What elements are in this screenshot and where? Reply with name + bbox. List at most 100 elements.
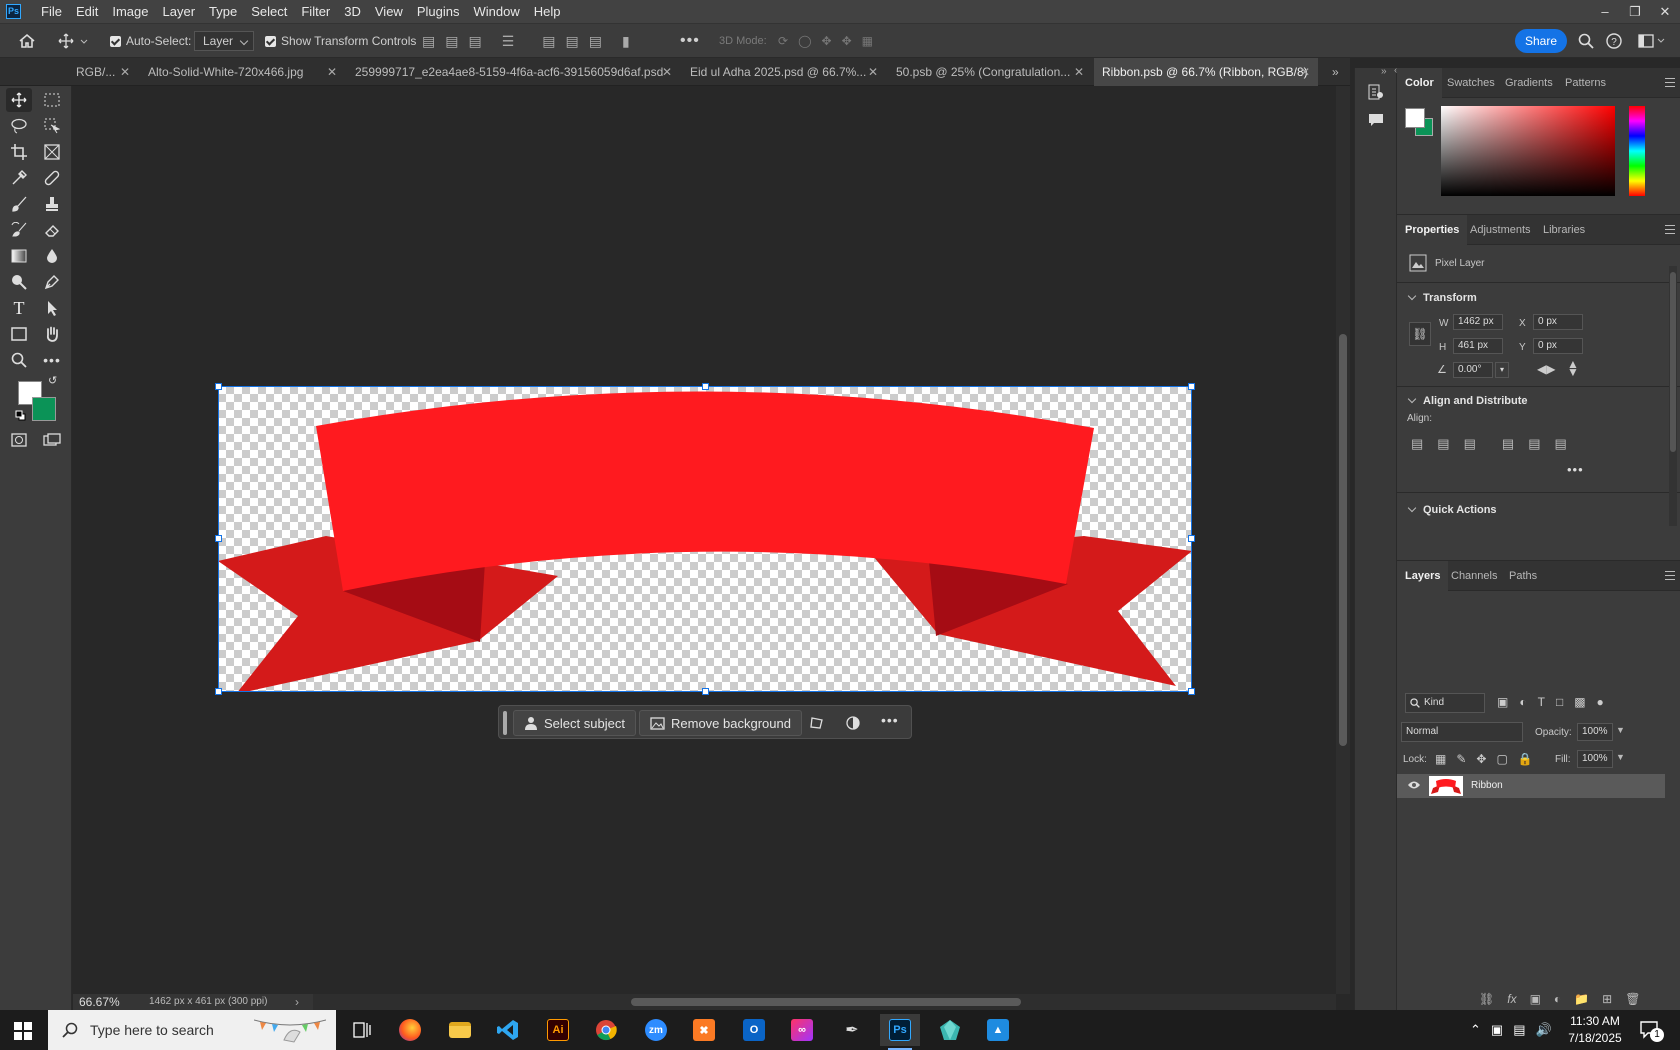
- gradient-tool-icon[interactable]: [6, 244, 32, 268]
- clock[interactable]: 11:30 AM 7/18/2025: [1560, 1013, 1630, 1047]
- close-tab-icon[interactable]: ✕: [327, 58, 337, 86]
- remove-background-button[interactable]: Remove background: [639, 710, 802, 736]
- tab-channels[interactable]: Channels: [1443, 561, 1505, 591]
- fill-field[interactable]: 100%: [1577, 750, 1613, 768]
- 3d-orbit-icon[interactable]: ⟳: [778, 34, 788, 48]
- screen-mode-icon[interactable]: [39, 428, 65, 452]
- menu-plugins[interactable]: Plugins: [410, 0, 467, 24]
- tab-gradients[interactable]: Gradients: [1497, 68, 1561, 98]
- dodge-tool-icon[interactable]: [6, 270, 32, 294]
- close-tab-icon[interactable]: ✕: [1300, 58, 1310, 86]
- windows-start-icon[interactable]: [14, 1022, 32, 1040]
- lasso-tool-icon[interactable]: [6, 114, 32, 138]
- 3d-slide-icon[interactable]: ✥: [842, 34, 852, 48]
- menu-view[interactable]: View: [368, 0, 410, 24]
- menu-3d[interactable]: 3D: [337, 0, 368, 24]
- volume-icon[interactable]: 🔊: [1536, 1022, 1552, 1038]
- notifications-icon[interactable]: 1: [1640, 1020, 1664, 1042]
- close-tab-icon[interactable]: ✕: [1074, 58, 1084, 86]
- transform-icon[interactable]: [809, 715, 825, 731]
- align-right-icon[interactable]: ▤: [468, 33, 481, 50]
- link-dimensions-icon[interactable]: ⛓: [1409, 322, 1431, 346]
- frame-tool-icon[interactable]: [39, 140, 65, 164]
- align-right-icon[interactable]: ▤: [1464, 436, 1476, 452]
- transform-section-title[interactable]: Transform: [1407, 292, 1477, 304]
- align-left-icon[interactable]: ▤: [422, 33, 435, 50]
- new-layer-icon[interactable]: ⊞: [1602, 992, 1612, 1006]
- 3d-roll-icon[interactable]: ◯: [798, 34, 811, 48]
- chrome-app-icon[interactable]: [586, 1014, 626, 1046]
- align-left-icon[interactable]: ▤: [1411, 436, 1423, 452]
- background-color-swatch[interactable]: [32, 397, 56, 421]
- default-colors-icon[interactable]: [15, 410, 26, 421]
- drag-handle-icon[interactable]: [503, 711, 507, 735]
- vertical-scrollbar[interactable]: [1336, 86, 1350, 994]
- photoshop-app-icon[interactable]: Ps: [880, 1014, 920, 1050]
- taskbar-search-box[interactable]: Type here to search: [48, 1010, 336, 1050]
- edit-toolbar-icon[interactable]: •••: [39, 348, 65, 372]
- transform-handle-bottom-left[interactable]: [215, 688, 222, 695]
- visibility-eye-icon[interactable]: [1407, 779, 1421, 791]
- align-bottom-icon[interactable]: ▤: [1554, 436, 1566, 452]
- tab-patterns[interactable]: Patterns: [1557, 68, 1614, 98]
- zoom-tool-icon[interactable]: [6, 348, 32, 372]
- show-hidden-icons-icon[interactable]: ⌃: [1470, 1022, 1481, 1038]
- history-panel-icon[interactable]: [1368, 84, 1384, 100]
- vscode-app-icon[interactable]: [488, 1014, 528, 1046]
- hand-tool-icon[interactable]: [39, 322, 65, 346]
- menu-window[interactable]: Window: [466, 0, 526, 24]
- swap-colors-icon[interactable]: ↺: [48, 374, 57, 387]
- color-picker-field[interactable]: [1441, 106, 1615, 196]
- hue-slider[interactable]: [1629, 106, 1645, 196]
- tab-libraries[interactable]: Libraries: [1535, 215, 1593, 245]
- share-button[interactable]: Share: [1515, 29, 1567, 53]
- pen-app-icon[interactable]: ✒: [832, 1014, 872, 1046]
- move-tool-icon[interactable]: [6, 88, 32, 112]
- zoom-level[interactable]: 66.67%: [79, 994, 120, 1010]
- expand-chevrons-icon[interactable]: »: [1381, 66, 1387, 77]
- align-top-icon[interactable]: ▤: [1502, 436, 1514, 452]
- status-chevron-icon[interactable]: ›: [295, 994, 299, 1010]
- layer-row-ribbon[interactable]: Ribbon: [1397, 774, 1665, 798]
- marquee-tool-icon[interactable]: [39, 88, 65, 112]
- transform-handle-top-right[interactable]: [1188, 383, 1195, 390]
- transform-handle-top[interactable]: [702, 383, 709, 390]
- menu-help[interactable]: Help: [527, 0, 568, 24]
- tab-layers[interactable]: Layers: [1397, 561, 1449, 591]
- lock-position-icon[interactable]: ✥: [1476, 752, 1486, 766]
- tab-color[interactable]: Color: [1397, 68, 1442, 98]
- align-top-icon[interactable]: ▤: [542, 33, 555, 50]
- auto-select-checkbox[interactable]: Auto-Select:: [110, 24, 191, 58]
- angle-field[interactable]: 0.00°: [1453, 362, 1493, 378]
- tab-paths[interactable]: Paths: [1501, 561, 1545, 591]
- panel-menu-icon[interactable]: [1665, 571, 1675, 580]
- properties-scrollbar[interactable]: [1669, 266, 1677, 526]
- align-section-title[interactable]: Align and Distribute: [1407, 395, 1528, 407]
- quick-mask-icon[interactable]: [6, 428, 32, 452]
- tab-document-2[interactable]: Alto-Solid-White-720x466.jpg ✕: [140, 58, 345, 86]
- lock-artboard-icon[interactable]: ▢: [1496, 752, 1507, 766]
- transform-handle-bottom-right[interactable]: [1188, 688, 1195, 695]
- tab-document-4[interactable]: Eid ul Adha 2025.psd @ 66.7%... ✕: [682, 58, 886, 86]
- type-tool-icon[interactable]: T: [6, 296, 32, 320]
- filter-shape-icon[interactable]: □: [1556, 695, 1563, 709]
- show-transform-controls-checkbox[interactable]: Show Transform Controls: [265, 24, 416, 58]
- align-bottom-icon[interactable]: ▤: [589, 33, 602, 50]
- crop-tool-icon[interactable]: [6, 140, 32, 164]
- eraser-tool-icon[interactable]: [39, 218, 65, 242]
- pen-tool-icon[interactable]: [39, 270, 65, 294]
- opacity-field[interactable]: 100%: [1577, 723, 1613, 741]
- layer-name[interactable]: Ribbon: [1471, 774, 1503, 798]
- filter-type-icon[interactable]: T: [1538, 695, 1545, 709]
- filter-toggle-icon[interactable]: ●: [1597, 695, 1604, 709]
- workspace-icon[interactable]: [1638, 24, 1666, 58]
- battery-icon[interactable]: ▣: [1491, 1022, 1503, 1038]
- tab-document-active[interactable]: Ribbon.psb @ 66.7% (Ribbon, RGB/8) ✕: [1094, 58, 1318, 86]
- filter-adjustment-icon[interactable]: ◐: [1519, 695, 1526, 709]
- align-vcenter-icon[interactable]: ▤: [1528, 436, 1540, 452]
- comments-panel-icon[interactable]: [1368, 112, 1384, 128]
- network-icon[interactable]: ▤: [1513, 1022, 1525, 1038]
- link-layers-icon[interactable]: ⛓: [1479, 992, 1494, 1006]
- document-canvas[interactable]: [215, 383, 1195, 695]
- menu-select[interactable]: Select: [244, 0, 294, 24]
